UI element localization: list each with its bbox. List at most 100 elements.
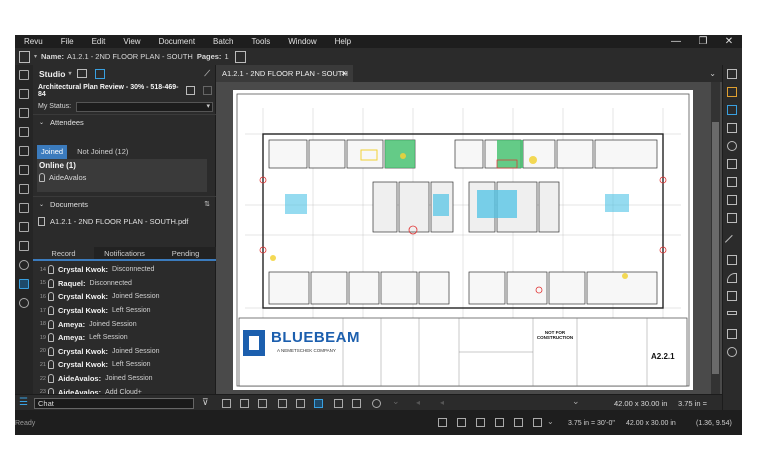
zoom-icon[interactable]	[372, 399, 381, 408]
record-row[interactable]: 17 Crystal Kwok: Left Session	[33, 304, 216, 318]
file-access-icon[interactable]	[19, 241, 29, 251]
note-tool-icon[interactable]	[727, 123, 737, 133]
snap-grid-toggle-icon[interactable]	[457, 418, 466, 427]
menu-window[interactable]: Window	[279, 37, 325, 46]
menu-document[interactable]: Document	[150, 37, 204, 46]
record-row[interactable]: 23 AideAvalos: Add Cloud+	[33, 385, 216, 394]
menu-tools[interactable]: Tools	[243, 37, 280, 46]
toolchest-icon[interactable]	[19, 146, 29, 156]
chevron-down-icon[interactable]: ⌄	[709, 65, 716, 82]
record-row[interactable]: 16 Crystal Kwok: Joined Session	[33, 290, 216, 304]
select-arrow-icon[interactable]	[334, 399, 343, 408]
grid-toggle-icon[interactable]	[438, 418, 447, 427]
split-vertical-icon[interactable]	[240, 399, 249, 408]
crop-tool-icon[interactable]	[727, 213, 737, 223]
rectangle-tool-icon[interactable]	[727, 329, 737, 339]
chevron-down-icon[interactable]: ▾	[34, 53, 37, 60]
document-icon[interactable]	[19, 50, 30, 63]
scroll-thumb[interactable]	[712, 122, 719, 374]
tab-pending[interactable]: Pending	[155, 247, 216, 259]
tab-document[interactable]: A1.2.1 - 2ND FLOOR PLAN - SOUTH ✕	[216, 65, 353, 82]
menu-view[interactable]: View	[114, 37, 149, 46]
stamp-tool-icon[interactable]	[727, 177, 737, 187]
settings-gear-icon[interactable]	[19, 298, 29, 308]
menu-file[interactable]: File	[52, 37, 83, 46]
chevron-down-icon[interactable]: ▾	[68, 70, 71, 77]
close-window-button[interactable]: ✕	[716, 35, 742, 48]
grid-icon[interactable]	[19, 89, 29, 99]
attendee-row[interactable]: AideAvalos	[37, 170, 213, 182]
dimension-tool-icon[interactable]	[727, 311, 737, 315]
sync-toggle-icon[interactable]	[533, 418, 542, 427]
maximize-button[interactable]: ❐	[690, 35, 716, 48]
filter-icon[interactable]: ⊽	[202, 397, 209, 408]
text-tool-icon[interactable]	[727, 69, 737, 79]
record-row[interactable]: 14 Crystal Kwok: Disconnected	[33, 263, 216, 277]
image-tool-icon[interactable]	[727, 195, 737, 205]
record-row[interactable]: 15 Raquel: Disconnected	[33, 277, 216, 291]
snap-markup-toggle-icon[interactable]	[495, 418, 504, 427]
signatures-icon[interactable]	[19, 222, 29, 232]
pan-hand-icon[interactable]	[314, 399, 323, 408]
previous-view-icon[interactable]: ◂	[416, 398, 420, 407]
highlight-tool-icon[interactable]	[727, 87, 737, 97]
snap-content-icon[interactable]	[296, 399, 305, 408]
menu-help[interactable]: Help	[326, 37, 360, 46]
chat-input[interactable]: Chat	[34, 398, 194, 409]
bookmarks-icon[interactable]	[19, 108, 29, 118]
document-row[interactable]: A1.2.1 - 2ND FLOOR PLAN - SOUTH.pdf	[37, 213, 213, 229]
tab-notifications[interactable]: Notifications	[94, 247, 155, 259]
menu-batch[interactable]: Batch	[204, 37, 242, 46]
my-status-field[interactable]: ▾	[76, 102, 213, 112]
menu-edit[interactable]: Edit	[83, 37, 115, 46]
projects-icon[interactable]	[95, 68, 106, 79]
record-row[interactable]: 20 Crystal Kwok: Joined Session	[33, 345, 216, 359]
attendees-header[interactable]: ⌄ Attendees	[33, 114, 216, 129]
tab-joined[interactable]: Joined	[37, 145, 68, 159]
record-row[interactable]: 22 AideAvalos: Joined Session	[33, 372, 216, 386]
chevron-down-icon[interactable]: ⌄	[572, 396, 580, 407]
thumbnails-icon[interactable]	[19, 70, 29, 80]
attendees-scrollbar[interactable]	[207, 159, 213, 192]
reuse-toggle-icon[interactable]	[514, 418, 523, 427]
exit-session-icon[interactable]	[186, 86, 196, 95]
floor-plan-sheet[interactable]: BLUEBEAM A NEMETSCHEK COMPANY NOT FOR CO…	[233, 90, 693, 390]
pin-icon[interactable]: ⟋	[204, 69, 210, 79]
line-tool-icon[interactable]	[724, 234, 740, 250]
menu-revu[interactable]: Revu	[15, 37, 52, 46]
markups-icon[interactable]	[19, 184, 29, 194]
tab-not-joined[interactable]: Not Joined (12)	[73, 145, 132, 159]
record-row[interactable]: 19 Ameya: Left Session	[33, 331, 216, 345]
documents-header[interactable]: ⌄ Documents ⇅	[33, 196, 216, 211]
single-page-icon[interactable]	[222, 399, 231, 408]
ellipse-tool-icon[interactable]	[727, 347, 737, 357]
arc-tool-icon[interactable]	[727, 273, 737, 283]
vertical-scrollbar[interactable]	[711, 82, 720, 394]
select-text-icon[interactable]	[352, 399, 361, 408]
close-icon[interactable]: ✕	[341, 65, 347, 82]
list-icon[interactable]: ☰	[19, 397, 28, 408]
studio-icon[interactable]	[19, 279, 29, 289]
chevron-down-icon[interactable]: ⌄	[547, 417, 554, 426]
measurements-icon[interactable]	[19, 203, 29, 213]
sort-icon[interactable]: ⇅	[204, 200, 210, 208]
record-row[interactable]: 18 Ameya: Joined Session	[33, 317, 216, 331]
sessions-icon[interactable]	[77, 69, 88, 78]
split-horizontal-icon[interactable]	[258, 399, 267, 408]
callout-tool-icon[interactable]	[727, 159, 737, 169]
name-value[interactable]: A1.2.1 - 2ND FLOOR PLAN - SOUTH	[67, 52, 193, 61]
chevron-down-icon[interactable]: ⌄	[392, 396, 400, 407]
snap-grid-icon[interactable]	[278, 399, 287, 408]
search-icon[interactable]	[19, 260, 29, 270]
next-view-icon[interactable]: ◂	[440, 398, 444, 407]
minimize-button[interactable]: —	[663, 35, 689, 48]
tab-record[interactable]: Record	[33, 247, 94, 259]
document-canvas[interactable]: BLUEBEAM A NEMETSCHEK COMPANY NOT FOR CO…	[216, 82, 722, 394]
studio-title[interactable]: Studio	[39, 69, 65, 79]
arrow-tool-icon[interactable]	[727, 255, 737, 265]
pen-tool-icon[interactable]	[727, 105, 737, 115]
chevron-down-icon[interactable]: ▾	[206, 102, 210, 110]
layers-icon[interactable]	[19, 127, 29, 137]
circle-tool-icon[interactable]	[727, 141, 737, 151]
page-setup-icon[interactable]	[234, 50, 246, 63]
